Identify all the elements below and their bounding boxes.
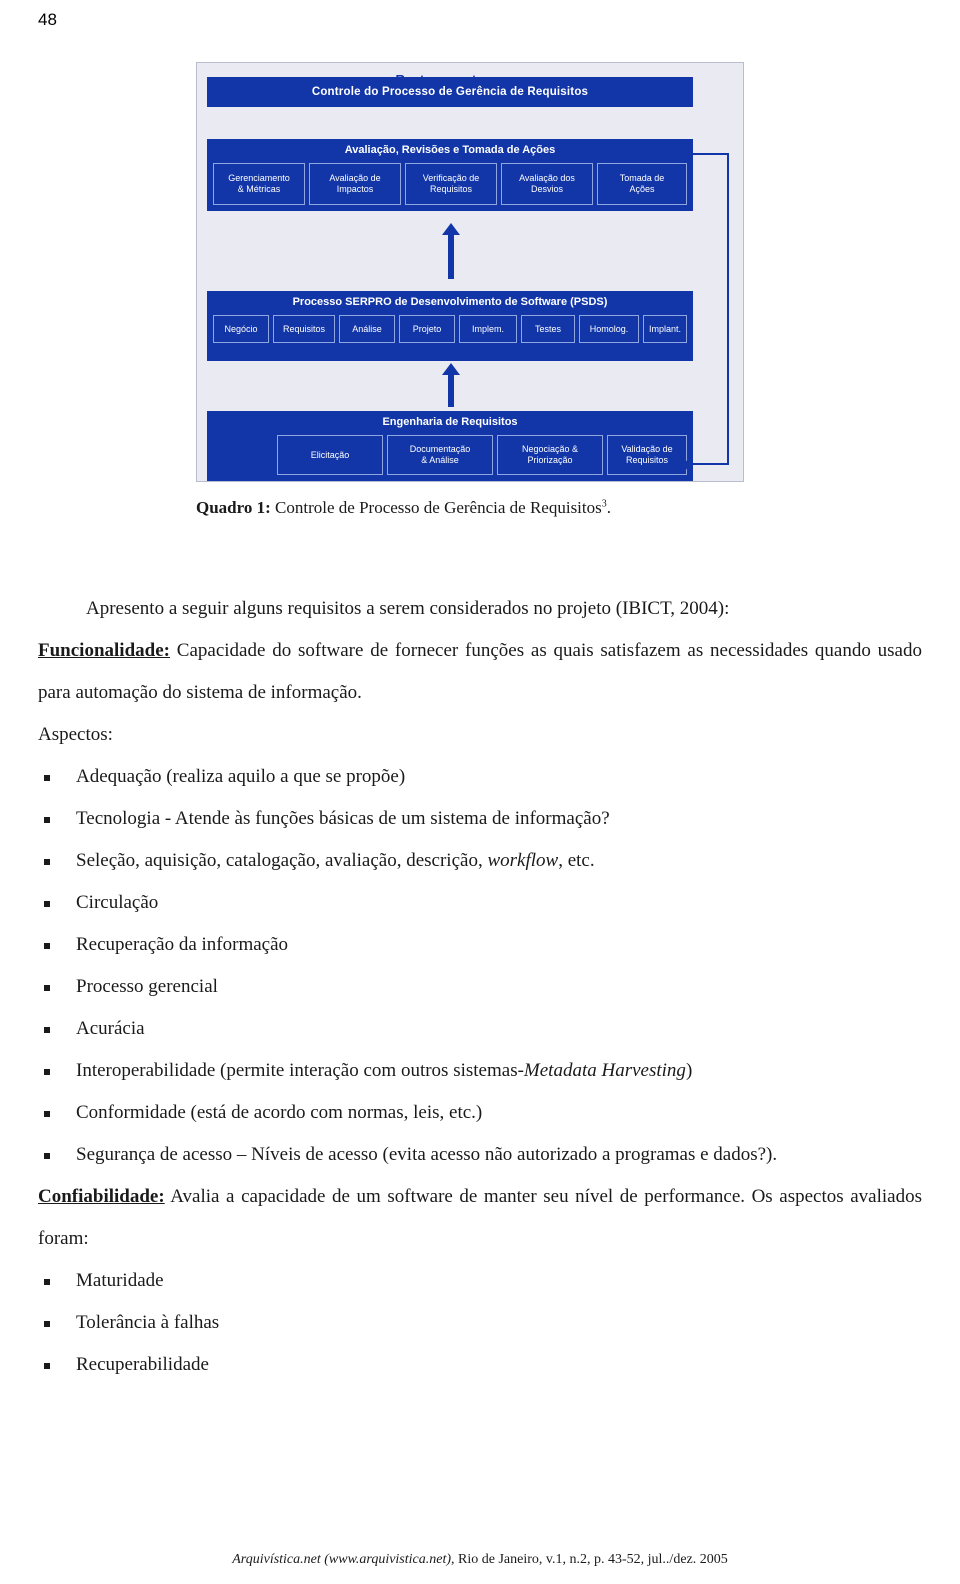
list-item: Segurança de acesso – Níveis de acesso (…	[38, 1134, 922, 1176]
figure-cell-elicitacao: Elicitação	[277, 435, 383, 475]
list-item-text-0: Adequação (realiza aquilo a que se propõ…	[76, 766, 406, 787]
list-item-text-7: Interoperabilidade (permite interação co…	[76, 1060, 693, 1081]
list-item-text-4: Recuperação da informação	[76, 934, 289, 955]
emphasis: workflow	[487, 850, 559, 871]
figure-arrow-stem-lower	[448, 375, 454, 407]
figure-arrow-up-lower-icon	[442, 363, 460, 375]
figure-cell-negociacao-priorizacao: Negociação & Priorização	[497, 435, 603, 475]
caption-label: Quadro 1:	[196, 498, 271, 517]
figure-cell-homolog: Homolog.	[579, 315, 639, 343]
list-item: Tecnologia - Atende às funções básicas d…	[38, 798, 922, 840]
figure-block-psds: Processo SERPRO de Desenvolvimento de So…	[207, 291, 693, 361]
emphasis: Metadata Harvesting	[523, 1060, 686, 1081]
list-item: Seleção, aquisição, catalogação, avaliaç…	[38, 840, 922, 882]
figure-cell-analise: Análise	[339, 315, 395, 343]
confiabilidade-text: Avalia a capacidade de um software de ma…	[38, 1186, 922, 1249]
list2-item-text-1: Tolerância à falhas	[76, 1312, 220, 1333]
figure-cell-avaliacao-desvios: Avaliação dos Desvios	[501, 163, 593, 205]
figure-cell-tomada-acoes: Tomada de Ações	[597, 163, 687, 205]
funcionalidade-label: Funcionalidade:	[38, 640, 170, 661]
list-item: Processo gerencial	[38, 966, 922, 1008]
list-item: Interoperabilidade (permite interação co…	[38, 1050, 922, 1092]
paragraph-funcionalidade: Funcionalidade: Capacidade do software d…	[38, 630, 922, 714]
figure-quadro-1: Controle do Processo de Gerência de Requ…	[196, 62, 744, 482]
figure-block-psds-title: Processo SERPRO de Desenvolvimento de So…	[292, 296, 608, 308]
figure-arrow-up-upper-icon	[442, 223, 460, 235]
caption-end: .	[606, 498, 611, 517]
figure-cell-validacao-requisitos: Validação de Requisitos	[607, 435, 687, 475]
figure-arrow-stem-upper	[448, 235, 454, 279]
list-item: Maturidade	[38, 1260, 922, 1302]
figure-cell-requisitos: Requisitos	[273, 315, 335, 343]
list-item: Recuperação da informação	[38, 924, 922, 966]
funcionalidade-text: Capacidade do software de fornecer funçõ…	[38, 640, 922, 703]
figure-block-engenharia-requisitos: Engenharia de Requisitos Elicitação Docu…	[207, 411, 693, 481]
list-item: Recuperabilidade	[38, 1344, 922, 1386]
paragraph-confiabilidade: Confiabilidade: Avalia a capacidade de u…	[38, 1176, 922, 1260]
list-item-text-9: Segurança de acesso – Níveis de acesso (…	[76, 1144, 778, 1165]
list-item: Conformidade (está de acordo com normas,…	[38, 1092, 922, 1134]
list-item-text-2: Seleção, aquisição, catalogação, avaliaç…	[76, 850, 595, 871]
figure-cell-implem: Implem.	[459, 315, 517, 343]
figure-cell-documentacao-analise: Documentação & Análise	[387, 435, 493, 475]
list-item: Tolerância à falhas	[38, 1302, 922, 1344]
figure-cell-projeto: Projeto	[399, 315, 455, 343]
figure-title-bar: Controle do Processo de Gerência de Requ…	[207, 77, 693, 107]
page-footer: Arquivística.net (www.arquivistica.net),…	[0, 1552, 960, 1568]
list-item-text-1: Tecnologia - Atende às funções básicas d…	[76, 808, 610, 829]
figure-cell-verificacao-requisitos: Verificação de Requisitos	[405, 163, 497, 205]
figure-inner: Controle do Processo de Gerência de Requ…	[197, 63, 743, 481]
figure-block-avaliacao-title: Avaliação, Revisões e Tomada de Ações	[344, 144, 556, 156]
document-page: 48 Controle do Processo de Gerência de R…	[0, 0, 960, 1584]
figure-return-path	[693, 153, 729, 465]
bullet-list-funcionalidade: Adequação (realiza aquilo a que se propõ…	[38, 756, 922, 1176]
figure-cell-negocio: Negócio	[213, 315, 269, 343]
list-item: Circulação	[38, 882, 922, 924]
document-body: Apresento a seguir alguns requisitos a s…	[38, 588, 922, 1386]
footer-rest: , Rio de Janeiro, v.1, n.2, p. 43-52, ju…	[451, 1552, 728, 1567]
list-item-text-3: Circulação	[76, 892, 159, 913]
caption-text: Controle de Processo de Gerência de Requ…	[270, 498, 602, 517]
confiabilidade-label: Confiabilidade:	[38, 1186, 165, 1207]
aspectos-label: Aspectos:	[38, 724, 113, 745]
list-item-text-5: Processo gerencial	[76, 976, 218, 997]
page-number: 48	[38, 10, 57, 29]
figure-cell-gerenciamento-metricas: Gerenciamento & Métricas	[213, 163, 305, 205]
figure-caption: Quadro 1: Controle de Processo de Gerênc…	[196, 498, 916, 518]
list-item: Adequação (realiza aquilo a que se propõ…	[38, 756, 922, 798]
figure-cell-implant: Implant.	[643, 315, 687, 343]
footer-journal: Arquivística.net (www.arquivistica.net)	[232, 1552, 452, 1567]
figure-block-engenharia-title: Engenharia de Requisitos	[382, 416, 518, 428]
bullet-list-confiabilidade: Maturidade Tolerância à falhas Recuperab…	[38, 1260, 922, 1386]
paragraph-intro: Apresento a seguir alguns requisitos a s…	[86, 598, 730, 619]
figure-cell-testes: Testes	[521, 315, 575, 343]
list2-item-text-0: Maturidade	[76, 1270, 164, 1291]
figure-arrow-left-icon	[681, 456, 693, 474]
list-item-text-6: Acurácia	[76, 1018, 145, 1039]
figure-block-avaliacao: Avaliação, Revisões e Tomada de Ações Ge…	[207, 139, 693, 211]
list-item-text-8: Conformidade (está de acordo com normas,…	[76, 1102, 483, 1123]
list2-item-text-2: Recuperabilidade	[76, 1354, 209, 1375]
figure-cell-avaliacao-impactos: Avaliação de Impactos	[309, 163, 401, 205]
list-item: Acurácia	[38, 1008, 922, 1050]
